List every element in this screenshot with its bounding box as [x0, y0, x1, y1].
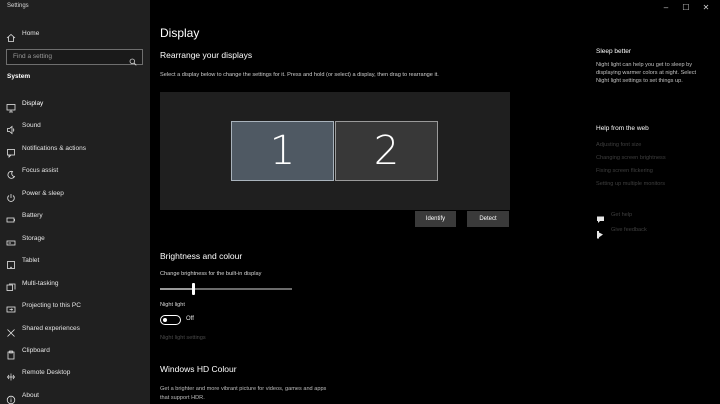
page-title: Display	[160, 26, 200, 40]
hdr-heading: Windows HD Colour	[160, 364, 237, 374]
sidebar-item-label: Display	[22, 100, 44, 107]
projecting-icon	[6, 302, 16, 313]
search-input[interactable]: Find a setting	[6, 49, 143, 66]
brightness-slider-label: Change brightness for the built-in displ…	[160, 271, 262, 277]
brightness-slider[interactable]	[160, 283, 292, 295]
hdr-description-line1: Get a brighter and more vibrant picture …	[160, 386, 327, 392]
shared-experiences-icon	[6, 325, 16, 337]
sidebar-item-battery[interactable]: Battery	[0, 210, 150, 224]
sidebar-item-shared-experiences[interactable]: Shared experiences	[0, 323, 150, 337]
sidebar-item-multitasking[interactable]: Multi-tasking	[0, 278, 150, 292]
sleep-better-text: Night light can help you get to sleep by…	[596, 62, 697, 84]
help-link-flickering[interactable]: Fixing screen flickering	[596, 168, 653, 174]
sidebar-item-label: Power & sleep	[22, 190, 64, 197]
display-icon	[6, 100, 16, 113]
chat-bubble-icon	[596, 211, 605, 223]
display-2-tile[interactable]: 2	[335, 121, 438, 181]
sidebar-item-about[interactable]: About	[0, 390, 150, 404]
sidebar: Home Find a setting System Display Sound…	[0, 0, 150, 404]
feedback-icon	[596, 226, 605, 239]
display-arrangement-area[interactable]: 1 2	[160, 92, 510, 210]
window-title: Settings	[7, 3, 29, 9]
sidebar-item-sound[interactable]: Sound	[0, 120, 150, 135]
detect-button[interactable]: Detect	[467, 211, 509, 227]
sidebar-item-label: Shared experiences	[22, 325, 80, 332]
storage-icon	[6, 235, 16, 246]
brightness-slider-fill	[160, 288, 193, 290]
sidebar-item-display[interactable]: Display	[0, 98, 150, 113]
night-light-settings-link[interactable]: Night light settings	[160, 335, 206, 341]
remote-desktop-icon	[6, 369, 16, 381]
sidebar-item-storage[interactable]: Storage	[0, 233, 150, 247]
night-light-state: Off	[186, 316, 194, 322]
sidebar-item-label: Projecting to this PC	[22, 302, 81, 309]
close-button[interactable]: ✕	[700, 2, 712, 14]
title-bar: Settings – ☐ ✕	[0, 0, 720, 18]
sidebar-item-label: Notifications & actions	[22, 145, 86, 152]
sidebar-item-label: Sound	[22, 122, 41, 129]
help-link-multiple-monitors[interactable]: Setting up multiple monitors	[596, 181, 665, 187]
search-icon[interactable]	[129, 53, 137, 66]
give-feedback-label: Give feedback	[611, 227, 647, 233]
home-icon	[6, 30, 16, 42]
night-light-label: Night light	[160, 302, 185, 308]
section-label-system: System	[7, 73, 31, 80]
power-icon	[6, 190, 16, 202]
sidebar-item-focus-assist[interactable]: Focus assist	[0, 165, 150, 179]
hdr-description-line2: that support HDR.	[160, 395, 205, 401]
sidebar-item-label: Remote Desktop	[22, 369, 71, 376]
sidebar-item-power-sleep[interactable]: Power & sleep	[0, 188, 150, 202]
sidebar-item-projecting[interactable]: Projecting to this PC	[0, 300, 150, 314]
sidebar-item-label: Tablet	[22, 257, 40, 264]
sleep-better-heading: Sleep better	[596, 48, 632, 55]
help-heading: Help from the web	[596, 125, 649, 132]
night-light-toggle[interactable]	[160, 315, 181, 325]
clipboard-icon	[6, 347, 16, 360]
rearrange-instructions: Select a display below to change the set…	[160, 72, 439, 78]
sidebar-item-label: Multi-tasking	[22, 280, 59, 287]
home-label: Home	[22, 30, 40, 37]
get-help-label: Get help	[611, 212, 633, 218]
sound-icon	[6, 122, 16, 135]
help-link-font-size[interactable]: Adjusting font size	[596, 142, 641, 148]
brightness-heading: Brightness and colour	[160, 251, 243, 261]
sidebar-item-label: Battery	[22, 212, 43, 219]
multitasking-icon	[6, 280, 16, 291]
focus-assist-icon	[6, 167, 16, 179]
sidebar-item-label: About	[22, 392, 39, 399]
sidebar-item-tablet[interactable]: Tablet	[0, 255, 150, 269]
toggle-knob	[163, 318, 167, 322]
sidebar-item-notifications[interactable]: Notifications & actions	[0, 143, 150, 158]
tablet-icon	[6, 257, 16, 269]
sidebar-item-label: Focus assist	[22, 167, 59, 174]
battery-icon	[6, 212, 16, 223]
about-icon	[6, 392, 16, 404]
rearrange-heading: Rearrange your displays	[160, 50, 253, 60]
home-button[interactable]: Home	[0, 28, 150, 42]
search-placeholder: Find a setting	[13, 53, 53, 60]
minimize-button[interactable]: –	[660, 2, 672, 14]
sidebar-item-label: Storage	[22, 235, 45, 242]
sidebar-item-clipboard[interactable]: Clipboard	[0, 345, 150, 360]
sidebar-item-remote-desktop[interactable]: Remote Desktop	[0, 367, 150, 381]
help-link-brightness[interactable]: Changing screen brightness	[596, 155, 666, 161]
maximize-button[interactable]: ☐	[680, 2, 692, 14]
brightness-slider-thumb[interactable]	[191, 283, 195, 295]
sidebar-item-label: Clipboard	[22, 347, 50, 354]
identify-button[interactable]: Identify	[415, 211, 456, 227]
display-1-tile[interactable]: 1	[231, 121, 334, 181]
notifications-icon	[6, 145, 16, 158]
